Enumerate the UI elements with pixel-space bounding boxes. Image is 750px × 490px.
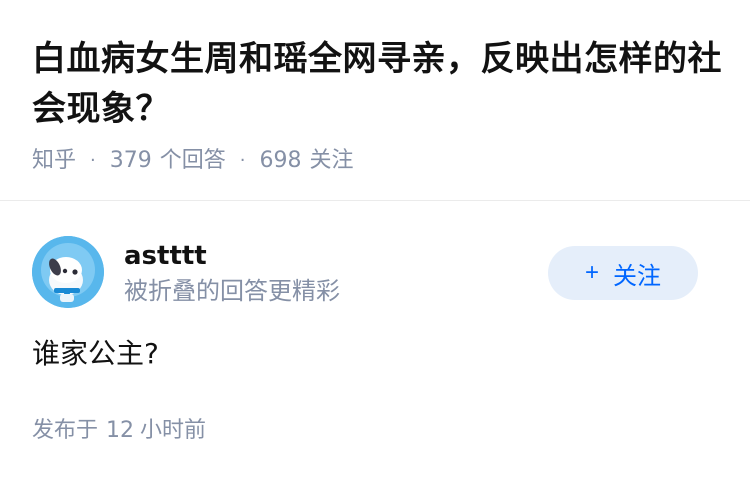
answer-card: astttt 被折叠的回答更精彩 + 关注 谁家公主? 发布于 12 小时前 xyxy=(32,236,718,446)
meta-separator: · xyxy=(90,150,96,171)
avatar[interactable] xyxy=(32,236,104,308)
answer-count: 379 xyxy=(109,148,152,173)
source-label[interactable]: 知乎 xyxy=(32,146,76,176)
answer-content[interactable]: 谁家公主? xyxy=(32,334,718,374)
question-header: 白血病女生周和瑶全网寻亲，反映出怎样的社会现象？ 知乎 · 379 个回答 · … xyxy=(32,34,722,176)
follow-label: 关注 xyxy=(613,262,661,290)
time-prefix: 发布于 xyxy=(32,418,99,443)
time-unit: 小时前 xyxy=(140,418,207,443)
meta-separator: · xyxy=(239,150,246,171)
question-title[interactable]: 白血病女生周和瑶全网寻亲，反映出怎样的社会现象？ xyxy=(32,34,722,134)
author-name[interactable]: astttt xyxy=(124,240,340,272)
author-info: astttt 被折叠的回答更精彩 xyxy=(124,240,340,306)
answer-count-label: 个回答 xyxy=(159,148,226,173)
plus-icon: + xyxy=(584,259,599,286)
author-badge: 被折叠的回答更精彩 xyxy=(124,277,340,305)
follower-count: 698 xyxy=(259,148,302,173)
time-value: 12 xyxy=(106,418,135,443)
author-row: astttt 被折叠的回答更精彩 + 关注 xyxy=(32,236,718,310)
answer-time: 发布于 12 小时前 xyxy=(32,416,718,446)
follower-count-label: 关注 xyxy=(309,148,354,173)
dog-avatar-icon xyxy=(32,236,104,308)
follow-button[interactable]: + 关注 xyxy=(548,246,698,300)
divider xyxy=(0,200,750,201)
question-meta: 知乎 · 379 个回答 · 698 关注 xyxy=(32,146,722,176)
